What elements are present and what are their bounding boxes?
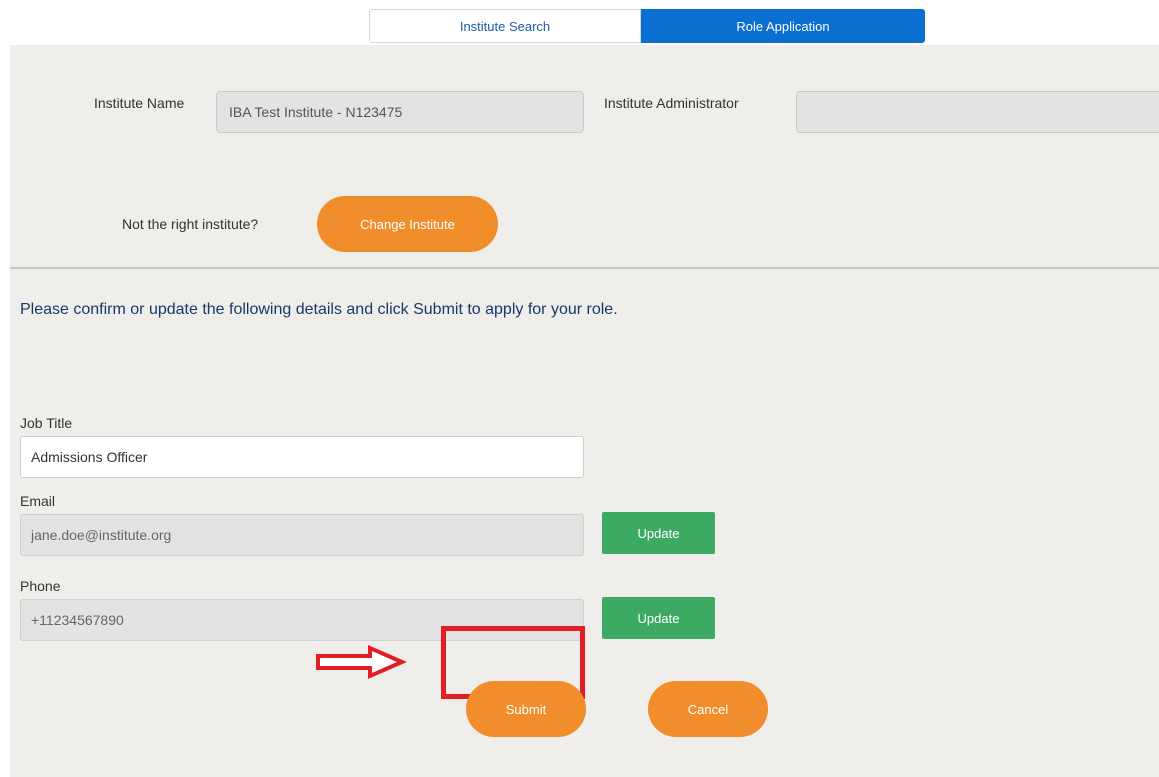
cancel-button[interactable]: Cancel — [648, 681, 768, 737]
institute-administrator-field — [796, 91, 1159, 133]
right-arrow-icon — [308, 642, 408, 682]
change-institute-button[interactable]: Change Institute — [317, 196, 498, 252]
tab-institute-search[interactable]: Institute Search — [369, 9, 641, 43]
phone-update-button[interactable]: Update — [602, 597, 715, 639]
institute-administrator-label: Institute Administrator — [604, 95, 739, 111]
email-label: Email — [20, 493, 56, 509]
instructions-text: Please confirm or update the following d… — [20, 301, 618, 318]
phone-label: Phone — [20, 578, 61, 594]
institute-name-label: Institute Name — [94, 95, 185, 111]
tab-role-application[interactable]: Role Application — [641, 9, 925, 43]
submit-button[interactable]: Submit — [466, 681, 586, 737]
section-divider — [10, 267, 1159, 269]
email-update-button[interactable]: Update — [602, 512, 715, 554]
email-input[interactable] — [20, 514, 584, 556]
job-title-input[interactable] — [20, 436, 584, 478]
tab-bar: Institute Search Role Application — [369, 9, 925, 45]
not-right-institute-text: Not the right institute? — [122, 216, 259, 232]
institute-name-field: IBA Test Institute - N123475 — [216, 91, 584, 133]
job-title-label: Job Title — [20, 415, 73, 431]
